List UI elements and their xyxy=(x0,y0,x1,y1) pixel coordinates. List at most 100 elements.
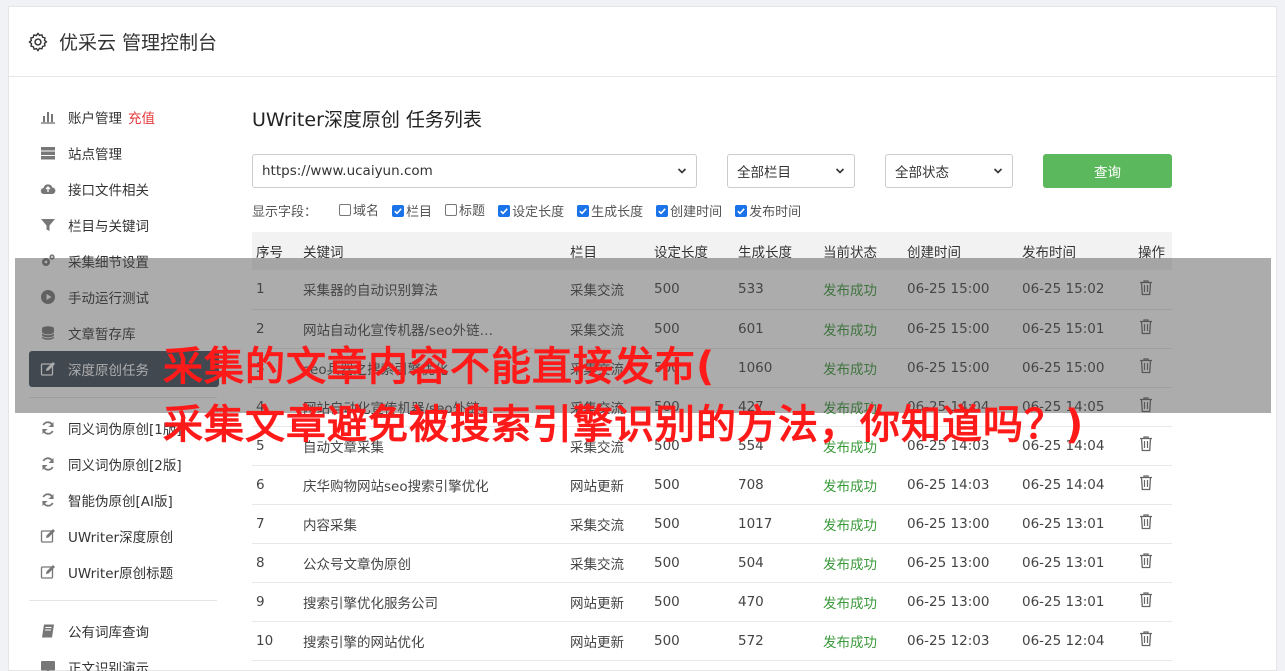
table-cell: 06-25 13:01 xyxy=(1018,504,1134,544)
server-icon xyxy=(39,144,57,162)
field-checkbox[interactable]: 创建时间 xyxy=(656,201,722,220)
table-cell: 06-25 13:01 xyxy=(1018,543,1134,583)
headline-caption: 采集的文章内容不能直接发布( 采集文章避免被搜索引擎识别的方法，你知道吗？) xyxy=(163,338,1273,454)
sidebar-item-uwriter-deep[interactable]: UWriter深度原创 xyxy=(29,518,219,554)
table-row: 6 庆华购物网站seo搜索引擎优化 网站更新 500 708 发布成功 06-25 14:0… xyxy=(252,465,1172,505)
edit-icon xyxy=(39,563,57,581)
table-cell: 发布成功 xyxy=(819,465,903,505)
sidebar-item-uwriter-title[interactable]: UWriter原创标题 xyxy=(29,554,219,590)
delete-button[interactable] xyxy=(1134,465,1172,505)
delete-button[interactable] xyxy=(1134,504,1172,544)
sidebar-item-sites[interactable]: 站点管理 xyxy=(29,135,219,171)
field-checkbox[interactable]: 生成长度 xyxy=(577,201,643,220)
field-checkbox-label: 创建时间 xyxy=(670,205,723,220)
sidebar-item-label: UWriter原创标题 xyxy=(68,566,174,582)
checkbox-unchecked-icon[interactable] xyxy=(339,203,352,216)
table-cell: 500 xyxy=(650,543,734,583)
checkbox-checked-icon[interactable] xyxy=(498,204,511,217)
delete-button[interactable] xyxy=(1134,543,1172,583)
sidebar-item-label: 智能伪原创[AI版] xyxy=(68,494,173,510)
page-title: UWriter深度原创 任务列表 xyxy=(252,109,482,131)
table-cell: 采集交流 xyxy=(566,504,650,544)
table-cell: 内容采集 xyxy=(299,504,566,544)
table-cell: 06-25 12:04 xyxy=(1018,621,1134,661)
chevron-down-icon xyxy=(835,168,845,174)
table-cell: 500 xyxy=(650,621,734,661)
sidebar-divider xyxy=(29,600,217,601)
trash-icon[interactable] xyxy=(1138,591,1154,608)
checkbox-checked-icon[interactable] xyxy=(735,204,748,217)
field-checkbox[interactable]: 栏目 xyxy=(392,201,432,220)
table-cell: 500 xyxy=(650,582,734,622)
field-checkbox[interactable]: 标题 xyxy=(445,200,485,219)
status-select[interactable]: 全部状态 xyxy=(885,154,1013,188)
display-fields-list: 域名 栏目 标题 设定长度 生成长度 创建时间 发布时间 xyxy=(339,200,814,220)
column-select[interactable]: 全部栏目 xyxy=(727,154,855,188)
site-select[interactable]: https://www.ucaiyun.com xyxy=(252,154,697,188)
display-fields: 显示字段： 域名 栏目 标题 设定长度 生成长度 创建时间 发布时间 xyxy=(252,200,1172,220)
checkbox-checked-icon[interactable] xyxy=(656,204,669,217)
field-checkbox[interactable]: 设定长度 xyxy=(498,201,564,220)
table-cell: 搜索引擎优化服务公司 xyxy=(299,582,566,622)
table-cell: 发布成功 xyxy=(819,543,903,583)
sidebar-item-label: 接口文件相关 xyxy=(68,183,149,199)
trash-icon[interactable] xyxy=(1138,474,1154,491)
field-checkbox-label: 栏目 xyxy=(406,205,433,220)
field-checkbox[interactable]: 域名 xyxy=(339,200,379,219)
sidebar-item-label: 正文识别演示 xyxy=(68,661,149,671)
headline-line-2: 采集文章避免被搜索引擎识别的方法，你知道吗？) xyxy=(163,402,1085,448)
sidebar-item-public-lexicon[interactable]: 公有词库查询 xyxy=(29,613,219,649)
book-icon xyxy=(39,622,57,640)
table-cell: 网站更新 xyxy=(566,621,650,661)
display-fields-label: 显示字段： xyxy=(252,204,318,220)
sidebar-item-label: 公有词库查询 xyxy=(68,625,149,641)
query-button[interactable]: 查询 xyxy=(1043,154,1172,188)
refresh-icon xyxy=(39,491,57,509)
cloud-upload-icon xyxy=(39,180,57,198)
bar-chart-icon xyxy=(39,108,57,126)
app-title: 优采云 管理控制台 xyxy=(59,32,218,54)
table-cell: 发布成功 xyxy=(819,621,903,661)
sidebar-item-label: 同义词伪原创[2版] xyxy=(68,458,182,474)
column-select-value: 全部栏目 xyxy=(737,165,791,181)
recharge-link[interactable]: 充值 xyxy=(128,107,155,127)
table-cell: 504 xyxy=(734,543,819,583)
filter-bar: https://www.ucaiyun.com 全部栏目 全部状态 查询 xyxy=(252,154,1172,188)
sidebar-item-account[interactable]: 账户管理 充值 xyxy=(29,99,219,135)
sidebar-item-label: UWriter深度原创 xyxy=(68,530,174,546)
table-cell: 708 xyxy=(734,465,819,505)
status-select-value: 全部状态 xyxy=(895,165,949,181)
delete-button[interactable] xyxy=(1134,621,1172,661)
sidebar-item-text-recognition[interactable]: 正文识别演示 xyxy=(29,649,219,671)
table-cell: 发布成功 xyxy=(819,582,903,622)
table-cell: 6 xyxy=(252,465,299,505)
checkbox-checked-icon[interactable] xyxy=(577,204,590,217)
table-cell: 06-25 14:04 xyxy=(1018,465,1134,505)
refresh-icon xyxy=(39,419,57,437)
table-cell: 1017 xyxy=(734,504,819,544)
table-cell: 06-25 14:03 xyxy=(903,465,1018,505)
header: 优采云 管理控制台 xyxy=(9,7,1276,77)
field-checkbox[interactable]: 发布时间 xyxy=(735,201,801,220)
table-row: 7 内容采集 采集交流 500 1017 发布成功 06-25 13:00 06-25 13:… xyxy=(252,504,1172,544)
headline-line-1: 采集的文章内容不能直接发布( xyxy=(163,344,716,390)
edit-icon xyxy=(39,527,57,545)
table-cell: 06-25 12:03 xyxy=(903,621,1018,661)
sidebar-item-interface[interactable]: 接口文件相关 xyxy=(29,171,219,207)
table-row: 9 搜索引擎优化服务公司 网站更新 500 470 发布成功 06-25 13:00 06-2… xyxy=(252,582,1172,622)
monitor-icon xyxy=(39,658,57,671)
delete-button[interactable] xyxy=(1134,582,1172,622)
trash-icon[interactable] xyxy=(1138,552,1154,569)
table-cell: 采集交流 xyxy=(566,543,650,583)
sidebar-item-ai-pseudo-original[interactable]: 智能伪原创[AI版] xyxy=(29,482,219,518)
table-cell: 发布成功 xyxy=(819,504,903,544)
filter-icon xyxy=(39,216,57,234)
chevron-down-icon xyxy=(993,168,1003,174)
trash-icon[interactable] xyxy=(1138,513,1154,530)
table-cell: 500 xyxy=(650,465,734,505)
checkbox-checked-icon[interactable] xyxy=(392,204,405,217)
trash-icon[interactable] xyxy=(1138,630,1154,647)
checkbox-unchecked-icon[interactable] xyxy=(445,203,458,216)
table-cell: 网站更新 xyxy=(566,465,650,505)
sidebar-item-columns[interactable]: 栏目与关键词 xyxy=(29,207,219,243)
